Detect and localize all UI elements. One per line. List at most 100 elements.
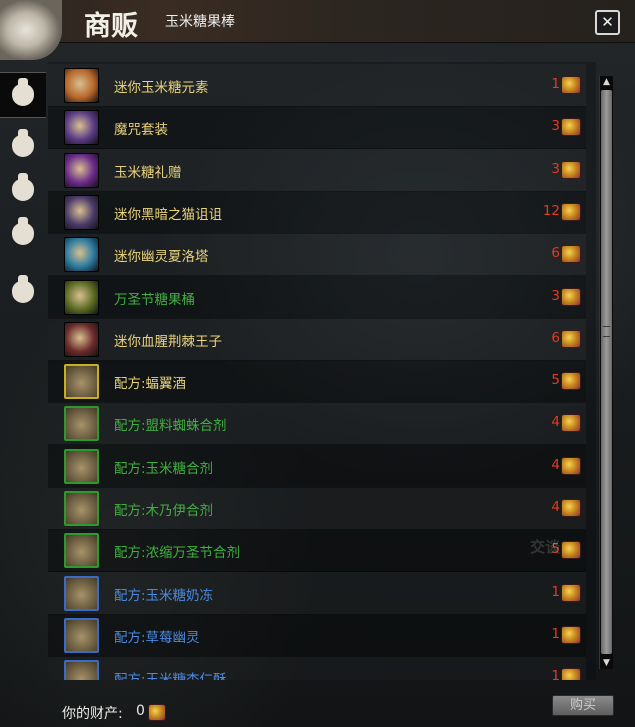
vendor-name: 玉米糖果棒 xyxy=(165,14,235,30)
item-name: 迷你血腥荆棘王子 xyxy=(114,333,222,350)
item-icon xyxy=(64,279,99,315)
item-icon xyxy=(64,660,99,680)
item-price: 5 xyxy=(551,372,560,389)
candy-currency-icon xyxy=(561,76,581,94)
tab-5[interactable] xyxy=(0,270,46,314)
wealth-label: 你的财产: xyxy=(62,706,123,722)
bag-icon xyxy=(12,275,34,303)
item-price: 4 xyxy=(551,499,560,515)
item-name: 万圣节糖果桶 xyxy=(114,291,195,308)
candy-currency-icon xyxy=(148,704,166,721)
talk-label-overlay: 交谈 xyxy=(530,538,561,556)
scroll-grip-icon xyxy=(603,326,610,337)
candy-currency-icon xyxy=(561,118,581,137)
item-price: 6 xyxy=(551,245,560,262)
list-item[interactable]: 配方:草莓幽灵 1 xyxy=(48,613,586,657)
item-name: 配方:浓缩万圣节合剂 xyxy=(114,545,241,562)
item-price: 1 xyxy=(551,76,560,92)
list-item[interactable]: 迷你血腥荆棘王子 6 xyxy=(48,318,586,361)
candy-currency-icon xyxy=(561,668,581,680)
candy-currency-icon xyxy=(561,583,581,602)
item-name: 迷你幽灵夏洛塔 xyxy=(114,249,209,266)
list-item[interactable]: 万圣节糖果桶 3 xyxy=(48,275,586,319)
list-item[interactable]: 迷你玉米糖元素 1 xyxy=(48,64,586,107)
list-item[interactable]: 迷你黑暗之猫诅诅 12 xyxy=(48,190,586,234)
item-name: 配方:木乃伊合剂 xyxy=(114,503,214,519)
scroll-down-icon[interactable]: ▼ xyxy=(600,657,613,669)
candy-currency-icon xyxy=(561,541,581,560)
item-icon xyxy=(64,237,99,273)
item-name: 配方:蝠翼酒 xyxy=(114,376,187,393)
item-icon xyxy=(64,448,99,484)
item-price: 3 xyxy=(551,118,560,135)
list-item[interactable]: 配方:玉米糖杏仁酥 1 xyxy=(48,656,586,680)
candy-currency-icon xyxy=(561,287,581,306)
candy-currency-icon xyxy=(561,456,581,475)
item-name: 迷你玉米糖元素 xyxy=(114,80,209,96)
tab-3[interactable] xyxy=(0,168,46,212)
item-icon xyxy=(64,491,99,526)
close-button[interactable]: ✕ xyxy=(595,10,620,35)
candy-currency-icon xyxy=(561,202,581,221)
item-price: 4 xyxy=(551,456,560,473)
buy-button[interactable]: 购买 xyxy=(552,695,614,716)
item-icon xyxy=(64,617,99,653)
list-item[interactable]: 配方:玉米糖合剂 4 xyxy=(48,444,586,488)
item-price: 4 xyxy=(551,414,560,431)
scroll-thumb[interactable] xyxy=(601,90,612,654)
title-bar: 商贩 玉米糖果棒 ✕ xyxy=(0,0,635,60)
tab-4[interactable] xyxy=(0,212,46,256)
list-item[interactable]: 配方:蝠翼酒 5 xyxy=(48,360,586,404)
footer: 你的财产: 0 购买 xyxy=(0,683,635,727)
vendor-bag-icon xyxy=(0,0,62,60)
bag-icon xyxy=(12,173,34,201)
item-icon xyxy=(64,364,99,400)
item-icon xyxy=(64,68,99,103)
item-icon xyxy=(64,152,99,188)
item-name: 玉米糖礼赠 xyxy=(114,164,182,181)
item-icon xyxy=(64,321,99,357)
candy-currency-icon xyxy=(561,625,581,644)
item-name: 配方:玉米糖杏仁酥 xyxy=(114,668,227,680)
list-item[interactable]: 配方:木乃伊合剂 4 xyxy=(48,487,586,530)
bag-icon xyxy=(12,217,34,245)
window-title: 商贩 xyxy=(84,11,138,42)
list-item[interactable]: 配方:浓缩万圣节合剂 5 xyxy=(48,529,586,573)
list-item[interactable]: 迷你幽灵夏洛塔 6 xyxy=(48,233,586,277)
item-icon xyxy=(64,575,99,611)
list-item[interactable]: 魔咒套装 3 xyxy=(48,106,586,150)
item-price: 1 xyxy=(551,625,560,642)
wealth-value: 0 xyxy=(136,703,145,719)
tab-2[interactable] xyxy=(0,124,46,168)
list-item[interactable]: 配方:玉米糖奶冻 1 xyxy=(48,572,586,615)
candy-currency-icon xyxy=(561,160,581,179)
item-price: 1 xyxy=(551,668,560,680)
item-name: 配方:草莓幽灵 xyxy=(114,629,200,646)
item-name: 迷你黑暗之猫诅诅 xyxy=(114,206,222,223)
candy-currency-icon xyxy=(561,499,581,517)
item-price: 1 xyxy=(551,583,560,600)
list-item[interactable]: 配方:盟料蜘蛛合剂 4 xyxy=(48,402,586,446)
candy-currency-icon xyxy=(561,245,581,264)
list-item[interactable]: 玉米糖礼赠 3 xyxy=(48,149,586,192)
item-price: 3 xyxy=(551,160,560,177)
item-name: 配方:玉米糖合剂 xyxy=(114,460,214,477)
item-icon xyxy=(64,194,99,230)
item-price: 6 xyxy=(551,329,560,346)
item-icon xyxy=(64,533,99,569)
candy-currency-icon xyxy=(561,329,581,348)
item-icon xyxy=(64,110,99,146)
item-name: 魔咒套装 xyxy=(114,122,168,139)
bag-icon xyxy=(12,129,34,157)
item-name: 配方:玉米糖奶冻 xyxy=(114,587,214,604)
item-icon xyxy=(64,406,99,442)
scroll-up-icon[interactable]: ▲ xyxy=(600,76,613,88)
item-price: 12 xyxy=(542,202,560,219)
tab-1[interactable] xyxy=(0,72,46,118)
item-name: 配方:盟料蜘蛛合剂 xyxy=(114,418,227,435)
item-list: 迷你玉米糖元素 1 魔咒套装 3 玉米糖礼赠 3 迷你黑暗之猫诅诅 12 迷你幽灵夏洛塔 6 万圣节… xyxy=(48,62,596,680)
bag-icon xyxy=(12,78,34,106)
scrollbar[interactable]: ▲ ▼ xyxy=(599,76,613,669)
vendor-tabs xyxy=(0,72,46,727)
item-price: 3 xyxy=(551,287,560,304)
